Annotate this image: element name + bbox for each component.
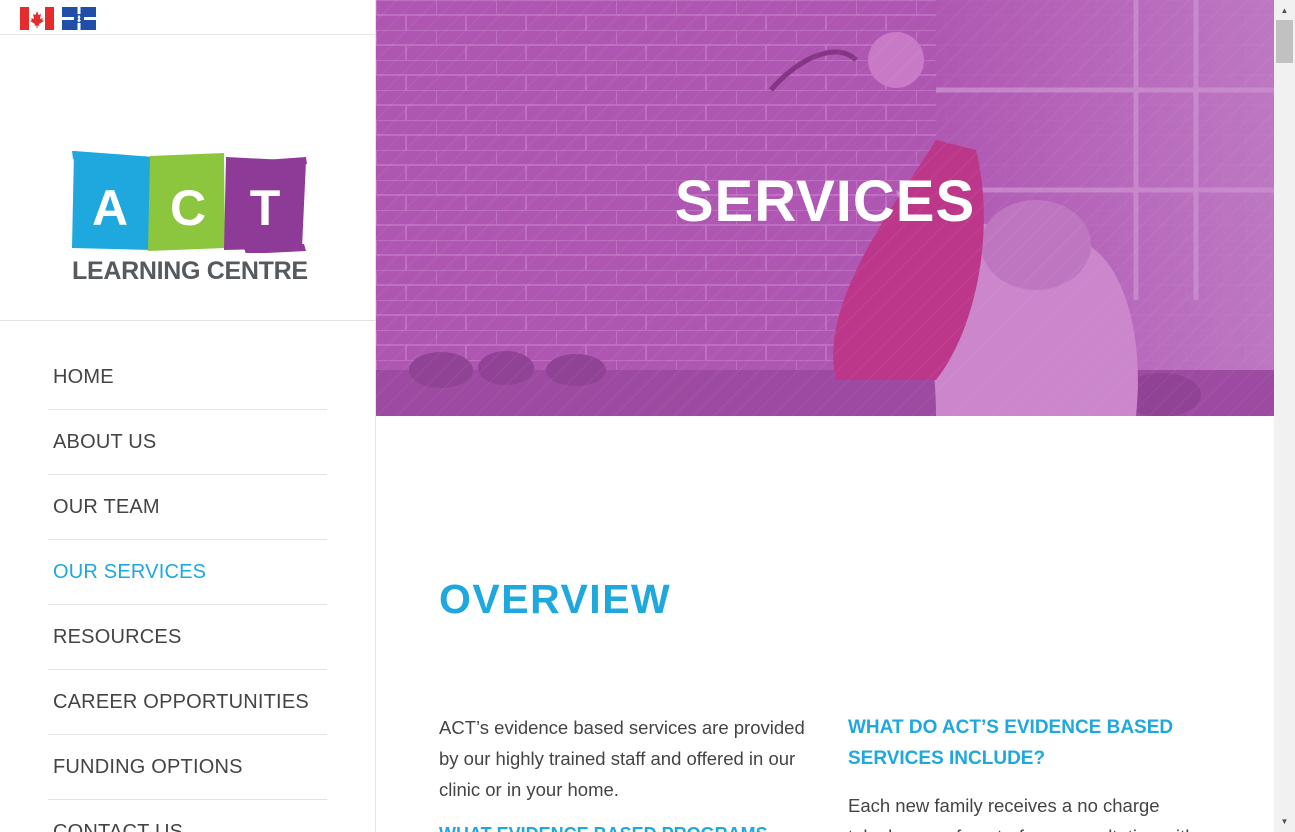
hero-title: SERVICES (674, 169, 976, 234)
svg-text:C: C (170, 180, 206, 236)
hero-banner: SERVICES (376, 0, 1274, 416)
scroll-down-arrow-icon[interactable]: ▼ (1274, 813, 1295, 830)
svg-text:A: A (92, 180, 128, 236)
svg-text:T: T (250, 180, 281, 236)
quebec-flag-icon[interactable] (62, 7, 96, 30)
nav-item-our-team[interactable]: OUR TEAM (48, 475, 327, 540)
overview-title: OVERVIEW (439, 576, 672, 622)
logo-tagline: LEARNING CENTRE (72, 257, 308, 285)
sidebar: A C T LEARNING CENTRE HOME ABOUT US OUR … (0, 0, 376, 832)
act-logo-icon: A C T (72, 151, 307, 253)
overview-left-column: ACT’s evidence based services are provid… (439, 712, 809, 832)
vertical-scrollbar[interactable]: ▲ ▼ (1274, 0, 1295, 832)
nav-item-about-us[interactable]: ABOUT US (48, 410, 327, 475)
canada-flag-icon[interactable] (20, 7, 54, 30)
nav-item-home[interactable]: HOME (48, 346, 327, 410)
overview-left-subheading: WHAT EVIDENCE BASED PROGRAMS (439, 819, 809, 832)
overview-right-column: WHAT DO ACT’S EVIDENCE BASED SERVICES IN… (848, 712, 1218, 832)
scroll-up-arrow-icon[interactable]: ▲ (1274, 2, 1295, 19)
nav-item-career-opportunities[interactable]: CAREER OPPORTUNITIES (48, 670, 327, 735)
overview-right-text: Each new family receives a no charge tel… (848, 795, 1196, 832)
nav-item-contact-us[interactable]: CONTACT US (48, 800, 327, 832)
nav-item-resources[interactable]: RESOURCES (48, 605, 327, 670)
language-flags (0, 0, 375, 35)
logo[interactable]: A C T LEARNING CENTRE (0, 35, 375, 321)
main-nav: HOME ABOUT US OUR TEAM OUR SERVICES RESO… (48, 346, 327, 832)
nav-item-our-services[interactable]: OUR SERVICES (48, 540, 327, 605)
overview-left-text: ACT’s evidence based services are provid… (439, 717, 805, 800)
overview-right-heading: WHAT DO ACT’S EVIDENCE BASED SERVICES IN… (848, 717, 1174, 769)
nav-item-funding-options[interactable]: FUNDING OPTIONS (48, 735, 327, 800)
scroll-thumb[interactable] (1276, 20, 1293, 63)
